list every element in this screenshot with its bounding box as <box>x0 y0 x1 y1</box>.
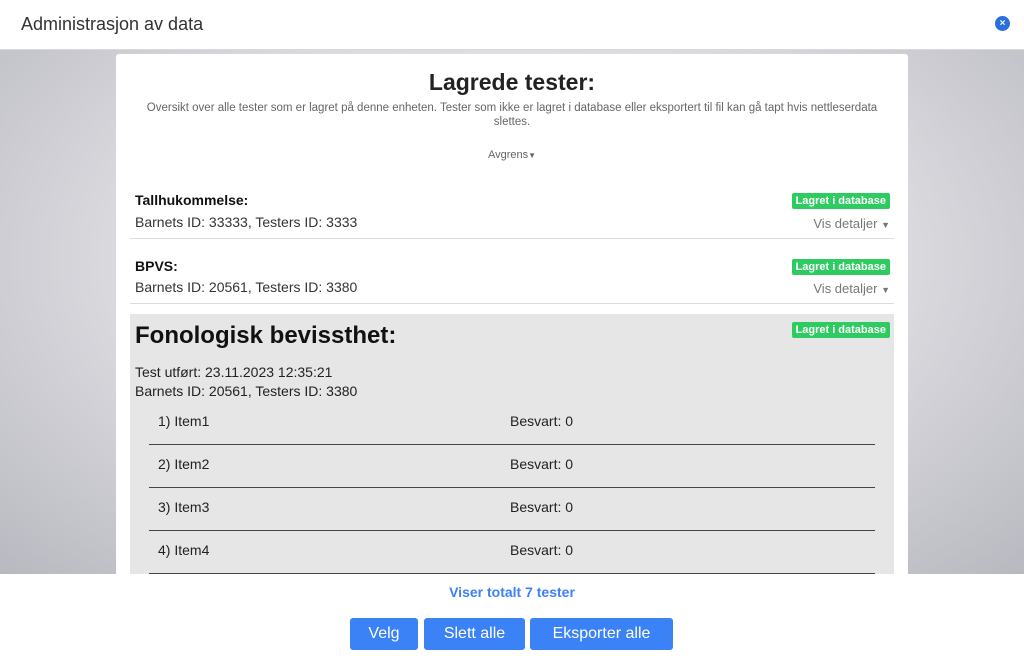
item-label: 3) Item3 <box>158 499 210 515</box>
total-count: Viser totalt 7 tester <box>449 584 575 600</box>
window-title: Administrasjon av data <box>21 14 204 34</box>
delete-all-button[interactable]: Slett alle <box>424 618 525 650</box>
item-value: Besvart: 0 <box>510 542 574 558</box>
title-bar: Administrasjon av data × <box>0 0 1024 50</box>
item-value: Besvart: 0 <box>510 413 574 429</box>
panel-title: Lagrede tester: <box>428 69 596 95</box>
status-badge: Lagret i database <box>791 322 890 338</box>
caret-down-icon: ▼ <box>881 220 890 230</box>
panel-description: Oversikt over alle tester som er lagret … <box>146 102 878 128</box>
item-value: Besvart: 0 <box>510 499 574 515</box>
caret-down-icon: ▼ <box>528 151 537 160</box>
export-all-button[interactable]: Eksporter alle <box>530 618 673 650</box>
details-toggle[interactable]: Vis detaljer ▼ <box>813 216 890 231</box>
test-ids: Barnets ID: 20561, Testers ID: 3380 <box>135 383 358 399</box>
saved-tests-panel: Lagrede tester: Oversikt over alle teste… <box>116 54 908 574</box>
item-row: 4) Item4 Besvart: 0 <box>149 530 875 574</box>
test-ids: Barnets ID: 33333, Testers ID: 3333 <box>135 214 358 230</box>
item-row: 3) Item3 Besvart: 0 <box>149 487 875 531</box>
item-row: 1) Item1 Besvart: 0 <box>149 401 875 445</box>
status-badge: Lagret i database <box>791 193 890 209</box>
footer: Viser totalt 7 tester Velg Slett alle Ek… <box>0 574 1024 668</box>
details-toggle[interactable]: Vis detaljer ▼ <box>813 281 890 296</box>
item-row: 2) Item2 Besvart: 0 <box>149 444 875 488</box>
item-label: 2) Item2 <box>158 456 210 472</box>
test-ids: Barnets ID: 20561, Testers ID: 3380 <box>135 279 358 295</box>
select-button[interactable]: Velg <box>350 618 418 650</box>
backdrop: Lagrede tester: Oversikt over alle teste… <box>0 50 1024 574</box>
test-row[interactable]: BPVS: Barnets ID: 20561, Testers ID: 338… <box>130 254 894 304</box>
test-row[interactable]: Tallhukommelse: Barnets ID: 33333, Teste… <box>130 188 894 239</box>
filter-dropdown[interactable]: Avgrens▼ <box>116 149 908 161</box>
test-name: BPVS: <box>135 258 178 274</box>
expanded-test-title: Fonologisk bevissthet: <box>135 322 397 349</box>
details-label: Vis detaljer <box>813 216 878 231</box>
item-label: 1) Item1 <box>158 413 210 429</box>
filter-label: Avgrens <box>487 149 529 161</box>
item-label: 4) Item4 <box>158 542 210 558</box>
caret-down-icon: ▼ <box>881 285 890 295</box>
item-value: Besvart: 0 <box>510 456 574 472</box>
details-label: Vis detaljer <box>813 281 878 296</box>
test-date: Test utført: 23.11.2023 12:35:21 <box>135 364 333 380</box>
status-badge: Lagret i database <box>791 259 890 275</box>
test-name: Tallhukommelse: <box>135 192 249 208</box>
expanded-test: Fonologisk bevissthet: Lagret i database… <box>130 314 894 574</box>
close-icon[interactable]: × <box>995 16 1010 31</box>
